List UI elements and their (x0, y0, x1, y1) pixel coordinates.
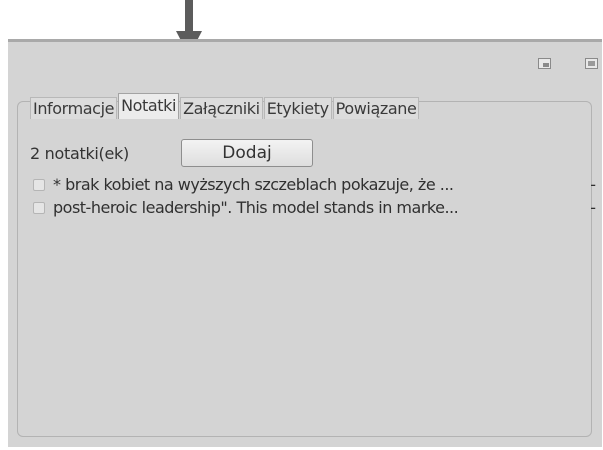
tab-etykiety[interactable]: Etykiety (263, 97, 332, 119)
notes-count-label: 2 notatki(ek) (30, 144, 129, 163)
tab-zalaczniki[interactable]: Załączniki (180, 97, 263, 119)
note-text: post-heroic leadership". This model stan… (53, 198, 459, 217)
note-remove-button[interactable]: - (590, 175, 596, 194)
note-item[interactable]: post-heroic leadership". This model stan… (27, 197, 599, 219)
add-note-button[interactable]: Dodaj (181, 139, 313, 167)
note-remove-button[interactable]: - (590, 198, 596, 217)
note-checkbox[interactable] (33, 202, 45, 214)
notes-list: * brak kobiet na wyższych szczeblach pok… (27, 174, 599, 220)
tab-informacje[interactable]: Informacje (30, 97, 118, 119)
notes-tab-content: 2 notatki(ek) Dodaj * brak kobiet na wyż… (27, 139, 597, 217)
note-item[interactable]: * brak kobiet na wyższych szczeblach pok… (27, 174, 599, 196)
notes-header: 2 notatki(ek) Dodaj (27, 139, 597, 169)
restore-icon[interactable] (538, 58, 551, 69)
tab-bar: Informacje Notatki Załączniki Etykiety P… (30, 93, 420, 119)
note-text: * brak kobiet na wyższych szczeblach pok… (53, 175, 454, 194)
note-checkbox[interactable] (33, 179, 45, 191)
tab-powiazane[interactable]: Powiązane (332, 97, 420, 119)
notes-panel: Informacje Notatki Załączniki Etykiety P… (8, 39, 602, 447)
tab-notatki[interactable]: Notatki (118, 93, 180, 119)
close-icon[interactable] (585, 58, 598, 69)
